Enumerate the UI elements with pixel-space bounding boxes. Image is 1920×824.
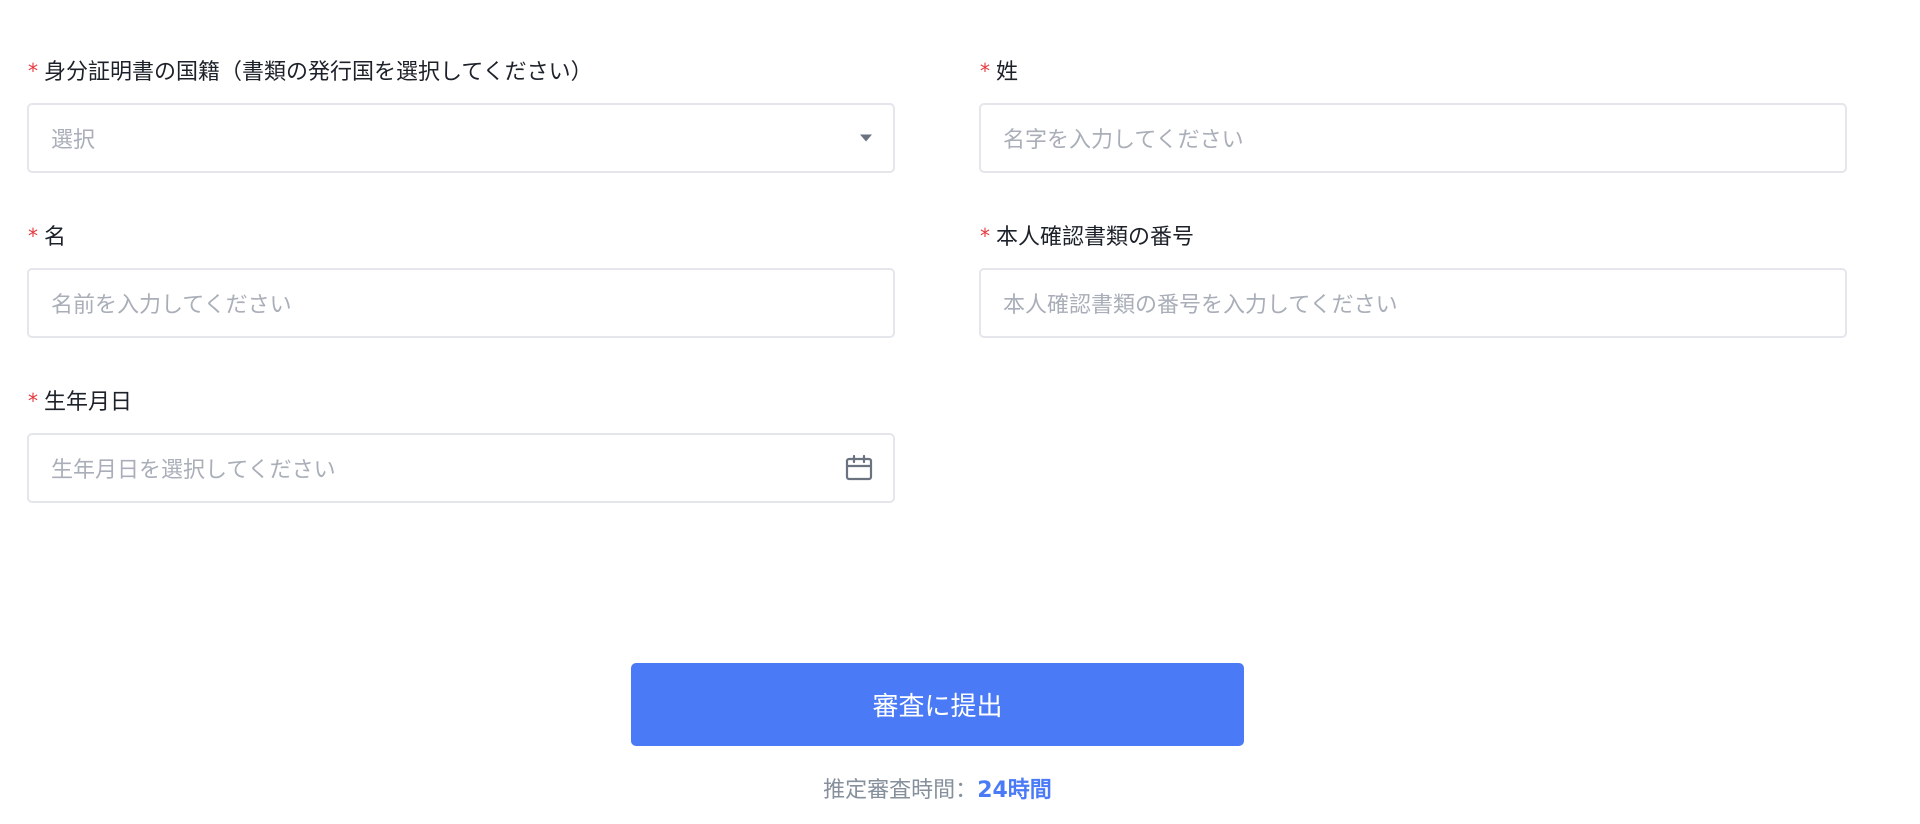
first-name-placeholder: 名前を入力してください: [51, 293, 292, 318]
nationality-select[interactable]: 選択: [27, 103, 895, 173]
required-mark: *: [28, 224, 38, 248]
caret-down-icon: [859, 134, 873, 143]
submit-for-review-button[interactable]: 審査に提出: [631, 663, 1244, 746]
birth-date-picker[interactable]: 生年月日を選択してください: [27, 433, 895, 503]
required-mark: *: [980, 224, 990, 248]
first-name-label: 名: [44, 225, 67, 250]
submit-button-label: 審査に提出: [872, 692, 1003, 722]
review-time-label: 推定審査時間：: [823, 778, 978, 803]
last-name-label-row: * 姓: [979, 52, 1847, 94]
required-mark: *: [980, 59, 990, 83]
last-name-field: * 姓 名字を入力してください: [979, 52, 1847, 173]
birth-date-label-row: * 生年月日: [27, 382, 895, 424]
estimated-review-time: 推定審査時間：24時間: [0, 775, 1875, 807]
birth-date-label: 生年月日: [44, 390, 133, 415]
required-mark: *: [28, 389, 38, 413]
nationality-select-placeholder: 選択: [51, 128, 96, 153]
nationality-field: * 身分証明書の国籍（書類の発行国を選択してください） 選択: [27, 52, 895, 173]
nationality-label-row: * 身分証明書の国籍（書類の発行国を選択してください）: [27, 52, 895, 94]
id-number-field: * 本人確認書類の番号 本人確認書類の番号を入力してください: [979, 217, 1847, 338]
first-name-input[interactable]: 名前を入力してください: [27, 268, 895, 338]
last-name-placeholder: 名字を入力してください: [1003, 128, 1244, 153]
first-name-label-row: * 名: [27, 217, 895, 259]
required-mark: *: [28, 59, 38, 83]
calendar-icon[interactable]: [845, 455, 873, 481]
nationality-label: 身分証明書の国籍（書類の発行国を選択してください）: [44, 60, 593, 85]
birth-date-field: * 生年月日 生年月日を選択してください: [27, 382, 895, 503]
last-name-label: 姓: [996, 60, 1019, 85]
review-time-value: 24時間: [977, 778, 1052, 803]
first-name-field: * 名 名前を入力してください: [27, 217, 895, 338]
id-number-label-row: * 本人確認書類の番号: [979, 217, 1847, 259]
id-number-input[interactable]: 本人確認書類の番号を入力してください: [979, 268, 1847, 338]
id-number-label: 本人確認書類の番号: [996, 225, 1195, 250]
last-name-input[interactable]: 名字を入力してください: [979, 103, 1847, 173]
birth-date-placeholder: 生年月日を選択してください: [51, 458, 336, 483]
id-number-placeholder: 本人確認書類の番号を入力してください: [1003, 293, 1398, 318]
